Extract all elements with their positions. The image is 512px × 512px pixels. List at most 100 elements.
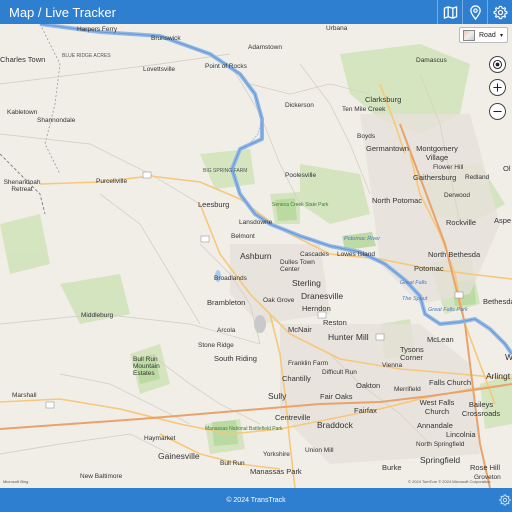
park-label: Great Falls Park — [428, 307, 468, 313]
place-label: BIG SPRING FARM — [203, 168, 248, 174]
map-canvas[interactable]: Harpers Ferry Brunswick Adamstown Urbana… — [0, 24, 512, 488]
place-label: BLUE RIDGE ACRES — [62, 53, 111, 59]
zoom-out-button[interactable] — [489, 103, 506, 120]
place-label: Union Mill — [305, 447, 334, 454]
gear-icon — [499, 494, 511, 506]
place-label: Lansdowne — [239, 219, 273, 226]
place-label: Clarksburg — [365, 95, 402, 104]
place-label: Springfield — [420, 455, 461, 465]
place-label: Gaithersburg — [413, 173, 457, 182]
place-label: Fair Oaks — [320, 392, 353, 401]
place-label: Tysons Corner — [400, 345, 424, 362]
park-label: Manassas National Battlefield Park — [205, 426, 283, 432]
place-label: Annandale — [417, 421, 453, 430]
map-type-label: Road — [479, 31, 496, 39]
place-label: Burke — [382, 463, 402, 472]
footer-bar: © 2024 TransTrack — [0, 488, 512, 512]
place-label: Rose Hill — [470, 463, 501, 472]
place-label: Herndon — [302, 304, 331, 313]
place-label: Brunswick — [151, 35, 181, 42]
place-label: Lincolnia — [446, 430, 476, 439]
place-label: Baileys Crossroads — [461, 400, 501, 418]
place-label: Boyds — [357, 133, 376, 140]
place-label: Rockville — [446, 218, 477, 227]
map-type-dropdown[interactable]: Road ▾ — [459, 27, 508, 43]
place-label: Falls Church — [429, 378, 472, 387]
zoom-in-button[interactable] — [489, 79, 506, 96]
place-label: The Spout — [402, 296, 428, 302]
place-label: Ten Mile Creek — [342, 106, 386, 113]
place-label: Broadlands — [214, 275, 247, 282]
place-label: Montgomery Village — [416, 144, 458, 162]
place-label: West Falls Church — [419, 398, 455, 416]
place-label: Redland — [465, 174, 490, 181]
location-button[interactable] — [462, 0, 487, 24]
place-label: Adamstown — [248, 44, 282, 51]
place-label: Bull Run — [220, 460, 245, 467]
settings-button[interactable] — [487, 0, 512, 24]
zoom-out-icon — [493, 110, 502, 113]
place-label: Middleburg — [81, 312, 114, 319]
map-attribution-right: © 2024 TomTom © 2024 Microsoft Corporati… — [408, 479, 491, 484]
place-label: Centreville — [275, 413, 311, 422]
place-label: Point of Rocks — [205, 63, 247, 70]
place-label: Vienna — [382, 362, 403, 369]
place-label: W — [505, 352, 512, 362]
place-label: Franklin Farm — [288, 360, 329, 367]
place-label: Sully — [268, 391, 287, 401]
footer-copyright: © 2024 TransTrack — [226, 496, 286, 504]
place-label: Damascus — [416, 57, 447, 64]
place-label: Marshall — [12, 392, 37, 399]
place-label: Yorkshire — [263, 451, 290, 458]
place-label: Reston — [323, 318, 347, 327]
place-label: Lowes Island — [337, 251, 375, 258]
river-label: Potomac River — [344, 236, 381, 242]
place-label: Brambleton — [207, 298, 246, 307]
place-label: Cascades — [300, 251, 329, 258]
place-label: Haymarket — [144, 435, 176, 442]
place-label: Belmont — [231, 233, 255, 240]
place-label: Sterling — [292, 278, 321, 288]
place-label: Kabletown — [7, 109, 38, 116]
settings-gear-icon — [493, 5, 507, 19]
place-label: Ol — [503, 164, 511, 173]
map-icon — [443, 5, 457, 19]
place-label: Bull Run Mountain Estates — [133, 356, 160, 377]
place-label: Oak Grove — [263, 297, 295, 304]
chevron-down-icon: ▾ — [499, 32, 503, 39]
place-label: South Riding — [214, 354, 257, 363]
place-label: Flower Hill — [433, 164, 464, 171]
page-title: Map / Live Tracker — [9, 4, 116, 20]
locate-icon — [492, 59, 503, 70]
place-label: Dranesville — [301, 291, 344, 301]
place-label: Oakton — [356, 381, 381, 390]
place-label: North Springfield — [416, 441, 465, 448]
place-label: Aspe — [494, 216, 512, 225]
place-label: Lovettsville — [143, 66, 176, 73]
location-pin-icon — [469, 4, 481, 20]
place-label: New Baltimore — [80, 473, 123, 480]
footer-settings-button[interactable] — [498, 493, 512, 507]
map-view-button[interactable] — [437, 0, 462, 24]
place-label: Hunter Mill — [328, 332, 369, 342]
place-label: Charles Town — [0, 55, 46, 64]
place-label: Shenandoah Retreat — [3, 179, 41, 193]
place-label: Harpers Ferry — [77, 26, 118, 33]
place-label: Ashburn — [240, 251, 272, 261]
place-label: North Potomac — [372, 196, 423, 205]
place-label: Shannondale — [37, 117, 76, 124]
place-label: Dulles Town Center — [280, 259, 315, 273]
map-attribution-left: Microsoft Bing — [3, 479, 29, 484]
place-label: Gainesville — [158, 451, 200, 461]
locate-me-button[interactable] — [489, 56, 506, 73]
place-label: Great Falls — [400, 280, 427, 286]
place-label: Purcellville — [96, 178, 128, 185]
place-label: McNair — [288, 325, 312, 334]
place-label: Chantilly — [282, 374, 311, 383]
place-label: Merrifield — [394, 386, 421, 393]
park-label: Seneca Creek State Park — [272, 202, 329, 208]
place-label: North Bethesda — [428, 250, 481, 259]
top-app-bar: Map / Live Tracker — [0, 0, 512, 24]
zoom-in-icon — [493, 83, 502, 92]
place-label: Urbana — [326, 25, 348, 32]
